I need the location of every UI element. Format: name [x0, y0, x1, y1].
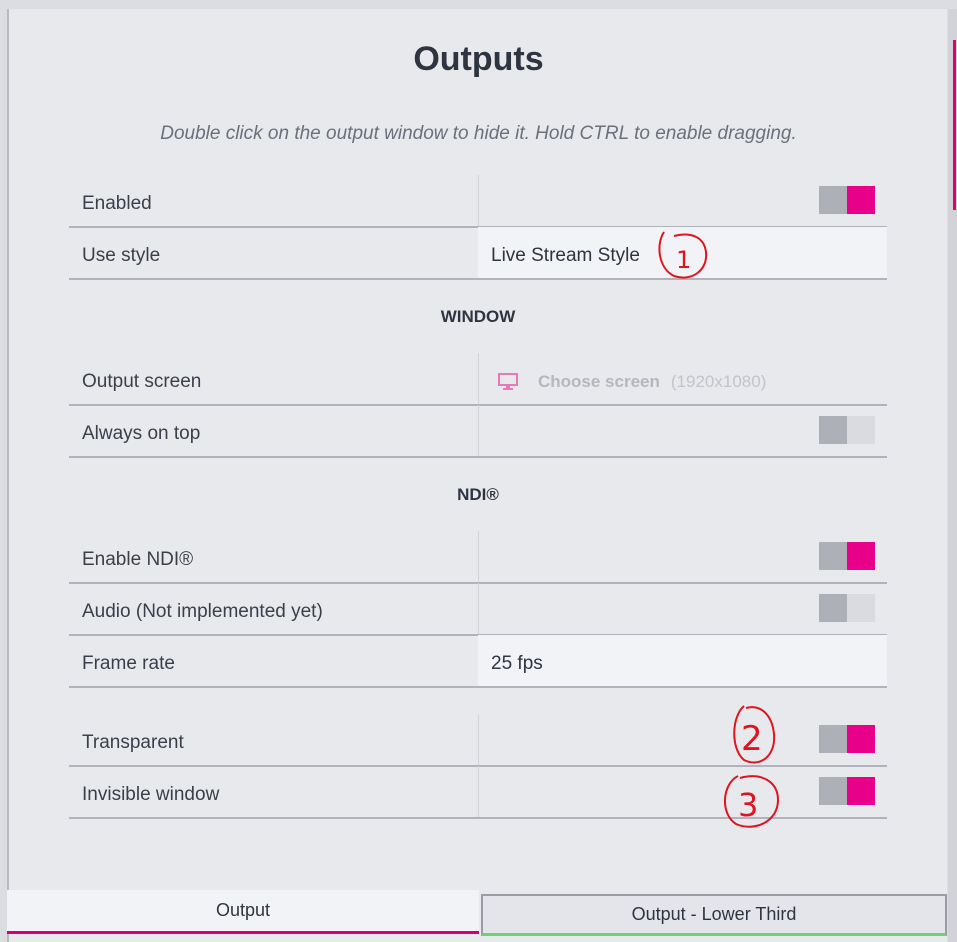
toggle-track: [847, 186, 875, 214]
enable-ndi-row: Enable NDI®: [69, 531, 887, 584]
choose-screen-text: Choose screen: [538, 372, 660, 391]
toggle-knob: [819, 725, 847, 753]
invisible-window-row: Invisible window: [69, 766, 887, 819]
transparent-toggle[interactable]: [819, 725, 875, 753]
window-section-heading: WINDOW: [440, 307, 516, 326]
monitor-icon: [498, 373, 518, 390]
always-on-top-row: Always on top: [69, 405, 887, 458]
row-divider: [478, 175, 479, 226]
toggle-track: [847, 416, 875, 444]
audio-label: Audio (Not implemented yet): [82, 601, 323, 622]
toggle-knob: [819, 416, 847, 444]
screen-resolution: (1920x1080): [670, 372, 767, 391]
audio-toggle[interactable]: [819, 594, 875, 622]
invisible-window-label: Invisible window: [82, 784, 220, 805]
transparent-row: Transparent: [69, 714, 887, 767]
use-style-select[interactable]: Live Stream Style: [478, 227, 887, 278]
enable-ndi-label: Enable NDI®: [82, 549, 194, 570]
audio-row: Audio (Not implemented yet): [69, 583, 887, 636]
toggle-knob: [819, 542, 847, 570]
tab-output[interactable]: Output: [7, 890, 479, 934]
hint-text: Double click on the output window to hid…: [160, 123, 797, 144]
frame-rate-row: Frame rate 25 fps: [69, 635, 887, 688]
row-divider: [478, 405, 479, 456]
ndi-section-heading: NDI®: [457, 485, 499, 504]
transparent-label: Transparent: [82, 732, 184, 753]
always-on-top-label: Always on top: [82, 423, 201, 444]
enabled-toggle[interactable]: [819, 186, 875, 214]
use-style-label: Use style: [82, 245, 161, 266]
toggle-track: [847, 725, 875, 753]
toggle-knob: [819, 594, 847, 622]
toggle-track: [847, 542, 875, 570]
frame-rate-value: 25 fps: [491, 653, 543, 674]
enable-ndi-toggle[interactable]: [819, 542, 875, 570]
row-divider: [478, 583, 479, 634]
row-divider: [478, 714, 479, 765]
tab-output-lower-third[interactable]: Output - Lower Third: [481, 894, 947, 936]
frame-rate-label: Frame rate: [82, 653, 175, 674]
use-style-row: Use style Live Stream Style: [69, 227, 887, 280]
output-tabs: Output Output - Lower Third: [7, 890, 947, 942]
toggle-track: [847, 594, 875, 622]
always-on-top-toggle[interactable]: [819, 416, 875, 444]
enabled-label: Enabled: [82, 193, 152, 214]
page-title: Outputs: [413, 40, 544, 78]
output-screen-row: Output screen Choose screen (1920x1080): [69, 353, 887, 406]
screen-choice: Choose screen (1920x1080): [498, 372, 766, 392]
toggle-track: [847, 777, 875, 805]
toggle-knob: [819, 777, 847, 805]
toggle-knob: [819, 186, 847, 214]
enabled-row: Enabled: [69, 175, 887, 228]
row-divider: [478, 766, 479, 817]
output-screen-label: Output screen: [82, 371, 202, 392]
frame-rate-select[interactable]: 25 fps: [478, 635, 887, 686]
use-style-value: Live Stream Style: [491, 245, 640, 266]
row-divider: [478, 531, 479, 582]
invisible-window-toggle[interactable]: [819, 777, 875, 805]
choose-screen-button[interactable]: Choose screen (1920x1080): [478, 353, 887, 404]
